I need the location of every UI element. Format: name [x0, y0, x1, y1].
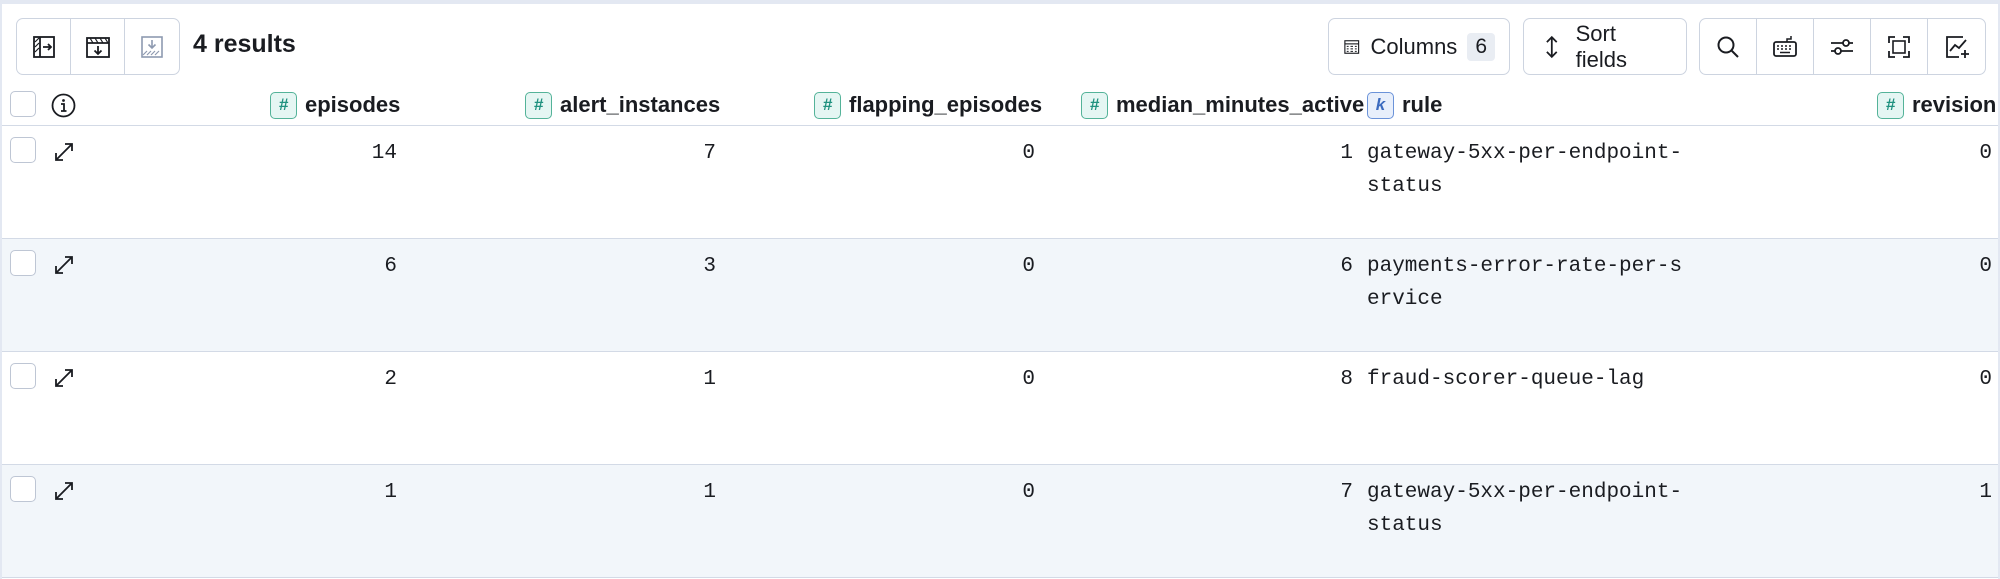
- cell-flapping-episodes: 0: [1022, 142, 1035, 165]
- cell-episodes: 6: [384, 255, 397, 278]
- column-header-label: revision: [1912, 92, 1997, 117]
- column-header-label: rule: [1402, 92, 1443, 117]
- cell-alert-instances: 3: [703, 255, 716, 278]
- row-select-checkbox[interactable]: [10, 250, 36, 276]
- columns-button[interactable]: Columns 6: [1328, 18, 1510, 75]
- cell-episodes: 14: [371, 142, 397, 165]
- cell-flapping-episodes: 0: [1022, 368, 1035, 391]
- keyboard-icon: [1773, 35, 1797, 57]
- expand-row-icon[interactable]: [52, 479, 76, 503]
- info-icon[interactable]: [50, 92, 77, 119]
- expand-row-icon[interactable]: [52, 140, 76, 164]
- number-field-icon: #: [1877, 91, 1904, 119]
- row-select-checkbox[interactable]: [10, 137, 36, 163]
- cell-rule: payments-error-rate-per-service: [1367, 255, 1683, 311]
- export-button[interactable]: [71, 19, 125, 74]
- cell-alert-instances: 1: [703, 481, 716, 504]
- export-icon: [85, 36, 110, 58]
- table-row: 6 3 0 6 payments-error-rate-per-service …: [2, 239, 1998, 352]
- toggle-sidebar-button[interactable]: [17, 19, 71, 74]
- column-header-label: episodes: [305, 92, 401, 117]
- cell-revision: 1: [1979, 481, 1992, 504]
- toggle-sidebar-icon: [32, 35, 55, 58]
- table-row: 14 7 0 1 gateway-5xx-per-endpoint-status…: [2, 126, 1998, 239]
- expand-row-icon[interactable]: [52, 366, 76, 390]
- row-select-checkbox[interactable]: [10, 476, 36, 502]
- table-header-row: # episodes # alert_instances # flapping_…: [2, 84, 1998, 126]
- sort-icon: [1546, 35, 1558, 58]
- display-settings-button[interactable]: [1814, 19, 1871, 74]
- cell-flapping-episodes: 0: [1022, 481, 1035, 504]
- add-chart-icon: [1945, 35, 1969, 58]
- search-button[interactable]: [1700, 19, 1757, 74]
- number-field-icon: #: [814, 91, 841, 119]
- add-to-dashboard-button[interactable]: [1928, 19, 1985, 74]
- column-header-label: alert_instances: [560, 92, 721, 117]
- keyword-field-icon: k: [1367, 91, 1394, 119]
- download-icon: [141, 35, 163, 58]
- column-header-median-minutes-active[interactable]: # median_minutes_active: [1081, 84, 1364, 126]
- fullscreen-button[interactable]: [1871, 19, 1928, 74]
- columns-icon: [1344, 39, 1360, 54]
- cell-median-minutes-active: 8: [1340, 368, 1353, 391]
- fullscreen-icon: [1888, 35, 1910, 58]
- cell-flapping-episodes: 0: [1022, 255, 1035, 278]
- settings-sliders-icon: [1831, 38, 1853, 55]
- columns-label: Columns: [1370, 33, 1458, 59]
- column-header-rule[interactable]: k rule: [1367, 84, 1442, 126]
- right-toolbar-group: [1699, 18, 1986, 75]
- column-header-episodes[interactable]: # episodes: [270, 84, 400, 126]
- cell-rule: gateway-5xx-per-endpoint-status: [1367, 142, 1683, 198]
- number-field-icon: #: [270, 91, 297, 119]
- row-select-checkbox[interactable]: [10, 363, 36, 389]
- cell-median-minutes-active: 6: [1340, 255, 1353, 278]
- number-field-icon: #: [525, 91, 552, 119]
- cell-rule: fraud-scorer-queue-lag: [1367, 368, 1645, 391]
- table-row: 1 1 0 7 gateway-5xx-per-endpoint-status …: [2, 465, 1998, 578]
- table-row: 2 1 0 8 fraud-scorer-queue-lag 0: [2, 352, 1998, 465]
- column-header-alert-instances[interactable]: # alert_instances: [525, 84, 720, 126]
- left-toolbar-group: [16, 18, 180, 75]
- search-icon: [1717, 36, 1739, 58]
- cell-revision: 0: [1979, 255, 1992, 278]
- column-header-label: flapping_episodes: [849, 92, 1043, 117]
- cell-revision: 0: [1979, 368, 1992, 391]
- cell-alert-instances: 7: [703, 142, 716, 165]
- expand-row-icon[interactable]: [52, 253, 76, 277]
- sort-fields-button[interactable]: Sort fields: [1523, 18, 1687, 75]
- sort-fields-label: Sort fields: [1575, 20, 1627, 72]
- columns-count-badge: 6: [1467, 32, 1495, 61]
- column-header-revision[interactable]: # revision: [1877, 84, 1996, 126]
- cell-median-minutes-active: 1: [1340, 142, 1353, 165]
- cell-alert-instances: 1: [703, 368, 716, 391]
- cell-episodes: 2: [384, 368, 397, 391]
- keyboard-shortcuts-button[interactable]: [1757, 19, 1814, 74]
- download-button[interactable]: [125, 19, 179, 74]
- cell-revision: 0: [1979, 142, 1992, 165]
- column-header-flapping-episodes[interactable]: # flapping_episodes: [814, 84, 1042, 126]
- cell-episodes: 1: [384, 481, 397, 504]
- cell-median-minutes-active: 7: [1340, 481, 1353, 504]
- select-all-checkbox[interactable]: [10, 91, 36, 117]
- column-header-label: median_minutes_active: [1116, 92, 1365, 117]
- results-count: 4 results: [193, 30, 296, 58]
- cell-rule: gateway-5xx-per-endpoint-status: [1367, 481, 1683, 537]
- number-field-icon: #: [1081, 91, 1108, 119]
